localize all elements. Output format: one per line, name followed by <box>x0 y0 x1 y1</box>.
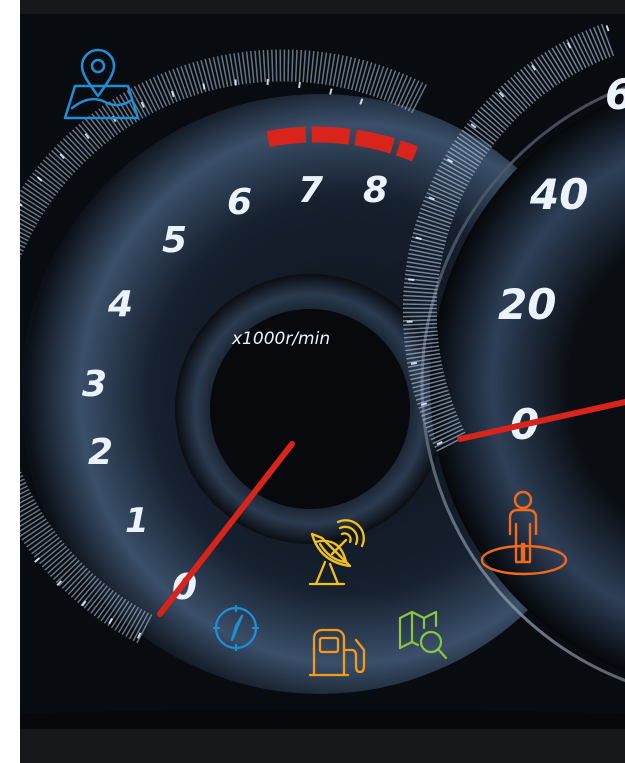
tach-number-6: 6 <box>227 182 252 223</box>
speed-number-40: 40 <box>529 170 588 219</box>
tach-number-4: 4 <box>107 284 133 325</box>
console-shadow <box>20 709 625 729</box>
dashboard-photo: 0 1 2 3 4 5 6 7 8 x1000r/min 20 40 <box>20 14 625 729</box>
tach-number-5: 5 <box>162 220 187 261</box>
left-margin <box>0 0 20 763</box>
top-bar <box>20 0 625 14</box>
tach-number-3: 3 <box>82 364 107 405</box>
speed-number-20: 20 <box>498 280 556 329</box>
tach-number-1: 1 <box>125 501 149 541</box>
bottom-bar <box>20 729 625 763</box>
tachometer-unit-label: x1000r/min <box>231 329 330 349</box>
dashboard-illustration: 0 1 2 3 4 5 6 7 8 x1000r/min 20 40 <box>20 14 625 729</box>
tach-number-8: 8 <box>363 170 388 211</box>
screenshot-frame: 0 1 2 3 4 5 6 7 8 x1000r/min 20 40 <box>0 0 625 763</box>
tach-number-2: 2 <box>88 432 113 473</box>
tach-number-7: 7 <box>298 170 323 211</box>
speed-number-60-partial: 6 <box>605 70 625 119</box>
